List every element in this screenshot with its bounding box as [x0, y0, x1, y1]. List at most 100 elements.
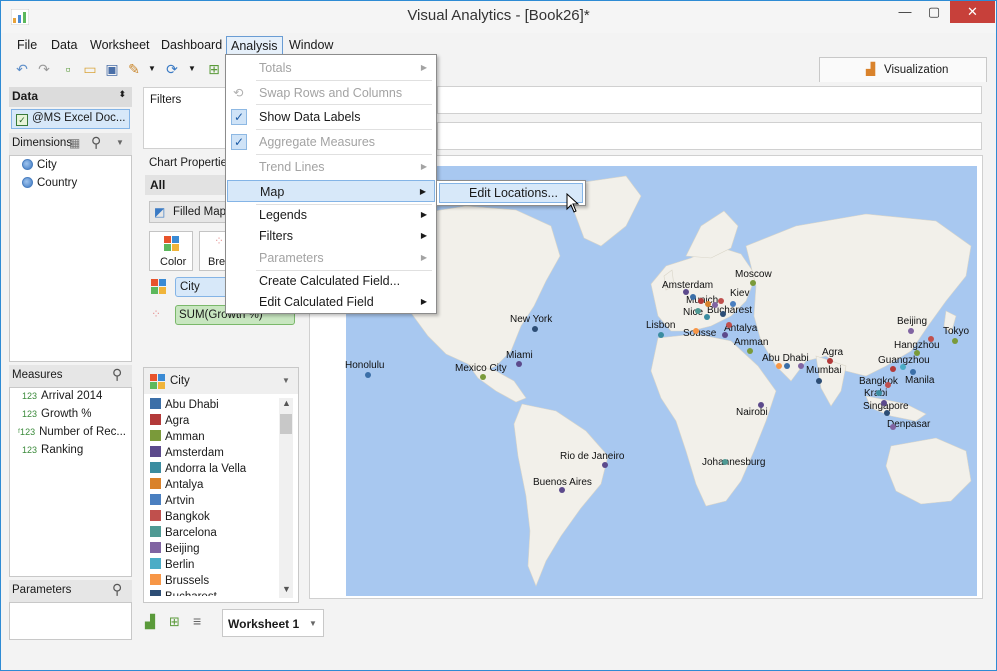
tab-visualization[interactable]: ▟ Visualization [819, 57, 987, 82]
city-marker[interactable] [690, 294, 696, 300]
city-marker[interactable] [750, 280, 756, 286]
add-chart-icon[interactable]: ⊞ [205, 60, 223, 78]
rows-shelf[interactable] [437, 122, 982, 150]
dimension-country[interactable]: Country [22, 177, 77, 189]
menu-analysis[interactable]: Analysis [226, 36, 283, 55]
new-worksheet-icon[interactable]: ▟ [145, 614, 155, 630]
city-marker[interactable] [908, 328, 914, 334]
maximize-button[interactable]: ▢ [919, 1, 949, 23]
chevron-down-icon[interactable]: ▼ [183, 60, 201, 78]
menu-item-totals[interactable]: Totals ▶ [227, 57, 435, 79]
city-marker[interactable] [952, 338, 958, 344]
sheet-list-icon[interactable]: ≡ [193, 613, 201, 629]
redo-icon[interactable]: ↷ [35, 60, 53, 78]
menu-item-legends[interactable]: Legends ▶ [227, 204, 435, 226]
city-marker[interactable] [730, 301, 736, 307]
menu-worksheet[interactable]: Worksheet [86, 36, 154, 55]
measure-arrival-2014[interactable]: 123 Arrival 2014 [22, 390, 102, 402]
city-marker[interactable] [532, 326, 538, 332]
city-marker[interactable] [900, 364, 906, 370]
menu-item-trend-lines[interactable]: Trend Lines ▶ [227, 156, 435, 178]
city-marker[interactable] [747, 348, 753, 354]
menu-file[interactable]: File [13, 36, 41, 55]
city-marker[interactable] [722, 459, 728, 465]
legend-item[interactable]: Barcelona [150, 526, 217, 539]
menu-item-filters[interactable]: Filters ▶ [227, 225, 435, 247]
legend-item[interactable]: Agra [150, 414, 189, 427]
city-marker[interactable] [722, 332, 728, 338]
city-marker[interactable] [884, 410, 890, 416]
scroll-down-icon[interactable]: ▼ [282, 584, 291, 594]
chevron-down-icon[interactable]: ▼ [116, 138, 124, 147]
city-marker[interactable] [816, 378, 822, 384]
legend-item[interactable]: Berlin [150, 558, 194, 571]
menu-dashboard[interactable]: Dashboard [157, 36, 226, 55]
city-marker[interactable] [480, 374, 486, 380]
open-folder-icon[interactable]: ▭ [81, 60, 99, 78]
city-marker[interactable] [890, 424, 896, 430]
legend-scrollbar[interactable]: ▲ ▼ [279, 398, 293, 598]
legend-item[interactable]: Amman [150, 430, 205, 443]
city-marker[interactable] [658, 332, 664, 338]
chevron-down-icon[interactable]: ▼ [143, 60, 161, 78]
menu-item-show-data-labels[interactable]: ✓ Show Data Labels [227, 106, 435, 128]
legend-item[interactable]: Artvin [150, 494, 194, 507]
menu-item-edit-calculated-field[interactable]: Edit Calculated Field ▶ [227, 291, 435, 313]
city-marker[interactable] [365, 372, 371, 378]
chevron-down-icon[interactable]: ▼ [282, 376, 290, 385]
chevron-down-icon[interactable]: ▼ [309, 619, 317, 628]
search-icon[interactable]: ⚲ [112, 581, 122, 598]
measure-number-of-records[interactable]: ᶠ123 Number of Rec... [18, 426, 126, 438]
measure-ranking[interactable]: 123 Ranking [22, 444, 83, 456]
sort-icon[interactable]: ⬍ [118, 89, 126, 100]
undo-icon[interactable]: ↶ [13, 60, 31, 78]
scroll-up-icon[interactable]: ▲ [282, 398, 291, 408]
city-marker[interactable] [693, 328, 699, 334]
new-dashboard-icon[interactable]: ⊞ [169, 614, 180, 630]
city-marker[interactable] [704, 314, 710, 320]
city-marker[interactable] [695, 308, 701, 314]
city-marker[interactable] [914, 350, 920, 356]
menu-item-map[interactable]: Map ▶ [227, 180, 435, 202]
city-marker[interactable] [881, 400, 887, 406]
legend-item[interactable]: Beijing [150, 542, 200, 555]
city-marker[interactable] [712, 302, 718, 308]
table-view-icon[interactable]: ▦ [69, 136, 80, 150]
data-source-item[interactable]: ✓ @MS Excel Doc... [11, 109, 130, 129]
search-icon[interactable]: ⚲ [91, 134, 101, 151]
city-marker[interactable] [890, 366, 896, 372]
city-marker[interactable] [726, 322, 732, 328]
city-marker[interactable] [885, 382, 891, 388]
dimension-city[interactable]: City [22, 159, 57, 171]
search-icon[interactable]: ⚲ [112, 366, 122, 383]
menu-item-create-calculated-field[interactable]: Create Calculated Field... [227, 270, 435, 292]
city-marker[interactable] [559, 487, 565, 493]
city-marker[interactable] [602, 462, 608, 468]
legend-item[interactable]: Abu Dhabi [150, 398, 219, 411]
city-marker[interactable] [683, 289, 689, 295]
menu-item-swap[interactable]: ⟲ Swap Rows and Columns [227, 82, 435, 104]
save-icon[interactable]: ▣ [103, 60, 121, 78]
city-marker[interactable] [758, 402, 764, 408]
city-marker[interactable] [776, 363, 782, 369]
refresh-icon[interactable]: ⟳ [163, 60, 181, 78]
tab-worksheet-1[interactable]: Worksheet 1 ▼ [222, 609, 324, 637]
scrollbar-thumb[interactable] [280, 414, 292, 434]
city-marker[interactable] [784, 363, 790, 369]
city-marker[interactable] [928, 336, 934, 342]
minimize-button[interactable]: — [891, 1, 919, 23]
city-marker[interactable] [827, 358, 833, 364]
city-marker[interactable] [516, 361, 522, 367]
legend-item[interactable]: Bangkok [150, 510, 210, 523]
menu-data[interactable]: Data [47, 36, 81, 55]
menu-item-edit-locations[interactable]: Edit Locations... [439, 183, 583, 203]
measure-growth[interactable]: 123 Growth % [22, 408, 92, 420]
menu-window[interactable]: Window [285, 36, 337, 55]
legend-item[interactable]: Bucharest [150, 590, 217, 596]
columns-shelf[interactable] [437, 86, 982, 114]
city-marker[interactable] [718, 298, 724, 304]
city-marker[interactable] [720, 311, 726, 317]
close-button[interactable]: ✕ [950, 1, 995, 23]
menu-item-parameters[interactable]: Parameters ▶ [227, 247, 435, 269]
city-marker[interactable] [705, 301, 711, 307]
